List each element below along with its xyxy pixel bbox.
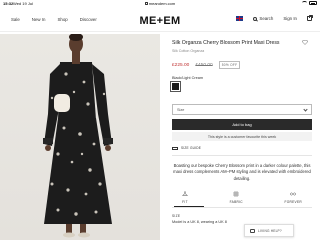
tab-fabric[interactable]: FABRIC <box>230 191 243 204</box>
battery-icon <box>309 1 317 5</box>
size-guide-link[interactable]: SIZE GUIDE <box>172 146 312 150</box>
url-text: meandem.com <box>148 1 176 6</box>
heart-icon[interactable] <box>302 40 308 45</box>
ruler-icon <box>172 146 178 150</box>
header-actions: Search Sign In <box>236 15 313 21</box>
product-description: Boasting our bespoke Cherry Blossom prin… <box>173 163 311 181</box>
shopping-bag-icon[interactable] <box>307 15 313 21</box>
tab-fit-label: FIT <box>182 199 188 204</box>
size-heading: SIZE <box>172 213 181 218</box>
size-guide-label: SIZE GUIDE <box>181 146 202 150</box>
live-help-button[interactable]: LIVING HELP? <box>244 224 294 237</box>
price-row: £225.00 £450.00 50% OFF <box>172 61 312 69</box>
lock-icon <box>144 2 148 6</box>
original-price: £450.00 <box>195 62 213 68</box>
status-bar: 15:32 Wed 19 Jul meandem.com <box>0 0 320 8</box>
product-subtitle: Silk Cotton Organza <box>172 49 205 53</box>
favourite-note: This style is a customer favourite this … <box>172 132 312 141</box>
wifi-icon <box>302 1 307 5</box>
product-details: Silk Organza Cherry Blossom Print Maxi D… <box>170 40 312 224</box>
infinity-icon <box>290 192 296 196</box>
chat-icon <box>250 228 255 233</box>
search-label: Search <box>259 16 274 21</box>
address-bar[interactable]: meandem.com <box>0 0 320 8</box>
colour-label: Black/Light Cream <box>172 76 204 80</box>
colour-swatch[interactable] <box>170 81 181 92</box>
discount-badge: 50% OFF <box>218 61 241 69</box>
tab-fit[interactable]: FIT <box>182 191 188 204</box>
fabric-icon <box>234 191 239 197</box>
search-icon <box>253 16 258 21</box>
size-placeholder: Size <box>177 107 185 112</box>
sign-in-link[interactable]: Sign In <box>283 16 297 21</box>
uk-flag-icon[interactable] <box>236 16 244 21</box>
model-wearing-dress <box>43 34 113 238</box>
live-help-label: LIVING HELP? <box>258 228 282 233</box>
tab-forever[interactable]: FOREVER <box>284 191 302 204</box>
add-to-bag-button[interactable]: Add to bag <box>172 119 312 130</box>
hanger-icon <box>182 191 188 196</box>
sale-price: £225.00 <box>172 62 190 68</box>
tab-divider <box>172 206 312 208</box>
size-select[interactable]: Size <box>172 104 312 115</box>
search-button[interactable]: Search <box>253 16 273 21</box>
tab-forever-label: FOREVER <box>284 199 302 204</box>
site-header: Sale New In Shop Discover ME+EM Search S… <box>0 10 320 32</box>
status-indicators <box>302 1 317 5</box>
chevron-down-icon <box>303 107 308 112</box>
info-tabs: FIT FABRIC FOREVER <box>172 191 312 204</box>
divider <box>172 155 312 156</box>
product-image[interactable] <box>0 34 160 240</box>
product-title: Silk Organza Cherry Blossom Print Maxi D… <box>172 40 280 46</box>
tab-fabric-label: FABRIC <box>229 199 243 204</box>
